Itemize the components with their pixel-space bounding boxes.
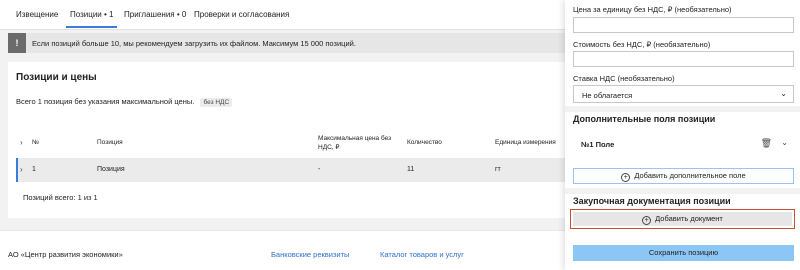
vat-badge: без НДС bbox=[200, 98, 233, 107]
panel-divider bbox=[565, 106, 800, 112]
row-unit: гт bbox=[495, 166, 501, 173]
row-expand-chevron-icon[interactable]: › bbox=[20, 165, 23, 174]
notice-banner: ! Если позиций больше 10, мы рекомендуем… bbox=[8, 33, 565, 53]
tab-positions[interactable]: Позиции • 1 bbox=[65, 10, 118, 28]
col-num: № bbox=[32, 139, 39, 146]
positions-title: Позиции и цены bbox=[16, 72, 97, 83]
summary-text: Всего 1 позиция без указания максимально… bbox=[16, 97, 195, 106]
tab-notice[interactable]: Извещение bbox=[16, 10, 58, 19]
table-header: › № Позиция Максимальная цена без НДС, ₽… bbox=[16, 128, 565, 156]
footer-company: АО «Центр развития экономики» bbox=[8, 250, 123, 259]
add-document-label: Добавить документ bbox=[655, 214, 723, 223]
row-name: Позиция bbox=[97, 166, 125, 173]
cost-input[interactable] bbox=[573, 51, 794, 67]
notice-text: Если позиций больше 10, мы рекомендуем з… bbox=[32, 39, 356, 48]
plus-circle-icon: + bbox=[642, 216, 652, 225]
vat-select[interactable]: Не облагается ⌄ bbox=[573, 85, 794, 103]
add-extra-field-label: Добавить дополнительное поле bbox=[634, 171, 746, 180]
vat-select-value: Не облагается bbox=[582, 91, 633, 100]
extra-field-item[interactable]: №1 Поле 🗑 ⌄ bbox=[573, 130, 794, 160]
plus-circle-icon: + bbox=[621, 173, 631, 182]
save-position-button[interactable]: Сохранить позицию bbox=[573, 245, 794, 261]
row-max-price: - bbox=[318, 166, 321, 173]
col-unit: Единица измерения bbox=[495, 139, 556, 146]
row-num: 1 bbox=[32, 166, 36, 173]
cost-label: Стоимость без НДС, ₽ (необязательно) bbox=[573, 40, 711, 49]
col-name: Позиция bbox=[97, 139, 123, 146]
unit-price-input[interactable] bbox=[573, 17, 794, 33]
tab-bar: Извещение Позиции • 1 Приглашения • 0 Пр… bbox=[0, 0, 565, 30]
position-side-panel: Цена за единицу без НДС, ₽ (необязательн… bbox=[565, 0, 800, 270]
extra-fields-title: Дополнительные поля позиции bbox=[573, 114, 716, 124]
trash-icon[interactable]: 🗑 bbox=[761, 138, 772, 149]
info-icon: ! bbox=[8, 33, 26, 53]
tab-invitations[interactable]: Приглашения • 0 bbox=[124, 10, 186, 19]
footer-link-bank[interactable]: Банковские реквизиты bbox=[271, 250, 349, 259]
add-document-button[interactable]: + Добавить документ bbox=[570, 209, 795, 229]
tab-checks[interactable]: Проверки и согласования bbox=[194, 10, 289, 19]
vat-label: Ставка НДС (необязательно) bbox=[573, 74, 675, 83]
col-max-price: Максимальная цена без НДС, ₽ bbox=[318, 135, 392, 151]
docs-title: Закупочная документация позиции bbox=[573, 196, 731, 206]
positions-summary: Всего 1 позиция без указания максимально… bbox=[16, 97, 233, 107]
col-quantity: Количество bbox=[407, 139, 442, 146]
add-extra-field-button[interactable]: + Добавить дополнительное поле bbox=[573, 168, 794, 184]
expand-all-chevron-icon[interactable]: › bbox=[20, 138, 23, 147]
chevron-down-icon: ⌄ bbox=[780, 89, 787, 98]
chevron-down-icon[interactable]: ⌄ bbox=[781, 138, 788, 147]
footer-link-catalog[interactable]: Каталог товаров и услуг bbox=[380, 250, 464, 259]
add-document-button-inner: + Добавить документ bbox=[573, 212, 792, 226]
table-row[interactable]: › 1 Позиция - 11 гт bbox=[16, 158, 565, 182]
row-quantity: 11 bbox=[407, 166, 415, 173]
positions-card: Позиции и цены Всего 1 позиция без указа… bbox=[8, 62, 565, 218]
footer: АО «Центр развития экономики» Банковские… bbox=[0, 230, 565, 270]
panel-divider bbox=[565, 188, 800, 194]
pager-text: Позиций всего: 1 из 1 bbox=[23, 193, 98, 202]
unit-price-label: Цена за единицу без НДС, ₽ (необязательн… bbox=[573, 5, 732, 14]
extra-field-name: №1 Поле bbox=[581, 140, 615, 149]
